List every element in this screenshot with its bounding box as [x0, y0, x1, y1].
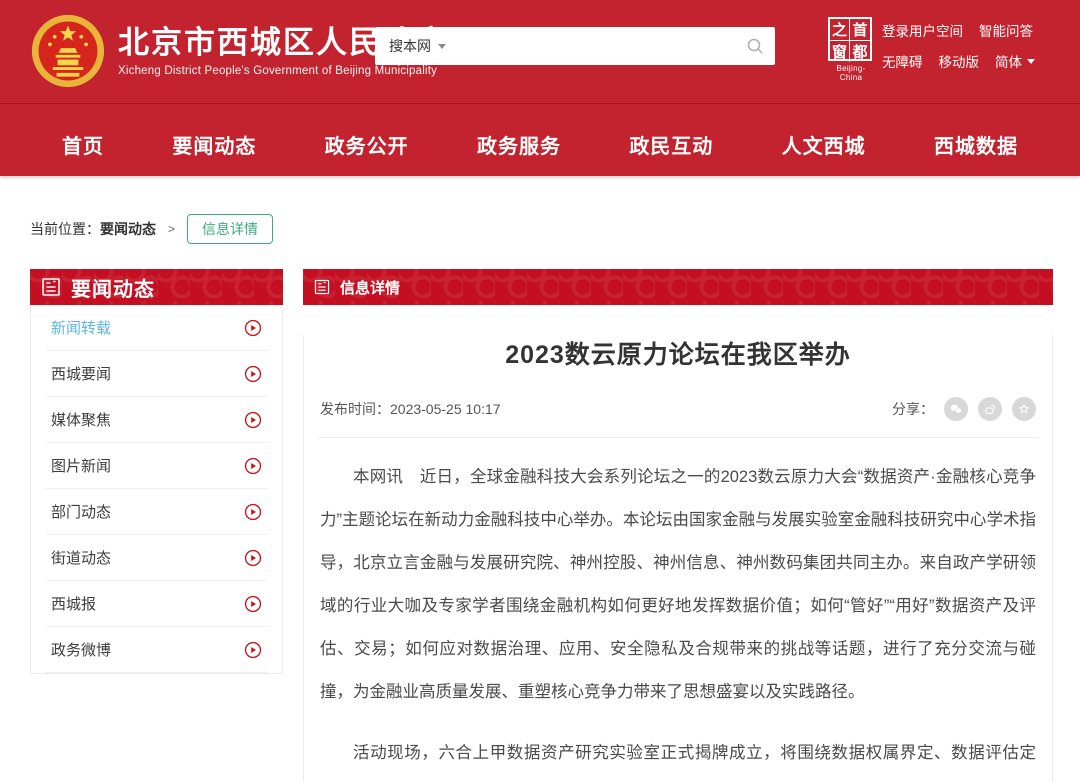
site-header: 北京市西城区人民政府 Xicheng District People's Gov… — [0, 0, 1080, 176]
newspaper-icon — [40, 276, 62, 298]
share-bar: 分享： — [892, 397, 1036, 421]
nav-item-data[interactable]: 西城数据 — [934, 130, 1018, 159]
chevron-down-icon — [438, 44, 446, 49]
article-body: 2023数云原力论坛在我区举办 发布时间：2023-05-25 10:17 分享… — [303, 335, 1053, 782]
play-circle-icon — [244, 457, 262, 475]
nav-item-news[interactable]: 要闻动态 — [172, 130, 256, 159]
nav-item-culture[interactable]: 人文西城 — [782, 130, 866, 159]
search-button[interactable] — [735, 27, 775, 65]
play-circle-icon — [244, 549, 262, 567]
publish-time-label: 发布时间： — [320, 401, 390, 417]
search-scope-label: 搜本网 — [389, 36, 431, 56]
search-input[interactable] — [458, 27, 735, 65]
breadcrumb: 当前位置： 要闻动态 > 信息详情 — [30, 214, 1050, 244]
seal-char: 之 — [830, 19, 850, 41]
capital-window-seal[interactable]: 之 首 窗 都 Beijing-China — [828, 17, 874, 82]
sidebar-item[interactable]: 街道动态 — [45, 535, 268, 581]
wechat-share-icon[interactable] — [944, 397, 968, 421]
seal-caption: Beijing-China — [828, 64, 874, 82]
article-title: 2023数云原力论坛在我区举办 — [304, 335, 1052, 371]
sidebar-item-label: 图片新闻 — [51, 455, 111, 476]
sidebar-item-label: 西城要闻 — [51, 363, 111, 384]
weibo-share-icon[interactable] — [978, 397, 1002, 421]
sidebar-item-label: 新闻转载 — [51, 317, 111, 338]
play-circle-icon — [244, 595, 262, 613]
article-panel: 信息详情 2023数云原力论坛在我区举办 发布时间：2023-05-25 10:… — [303, 269, 1053, 782]
sidebar-item[interactable]: 图片新闻 — [45, 443, 268, 489]
sidebar-item[interactable]: 政务微博 — [45, 627, 268, 673]
content-area: 要闻动态 新闻转载西城要闻媒体聚焦图片新闻部门动态街道动态西城报政务微博 信息详… — [30, 269, 1053, 782]
play-circle-icon — [244, 503, 262, 521]
mobile-version-link[interactable]: 移动版 — [939, 51, 980, 71]
breadcrumb-current-button[interactable]: 信息详情 — [187, 214, 273, 244]
sidebar-item[interactable]: 媒体聚焦 — [45, 397, 268, 443]
sidebar-item[interactable]: 西城报 — [45, 581, 268, 627]
nav-item-gov-affairs[interactable]: 政务公开 — [325, 130, 409, 159]
login-user-space-link[interactable]: 登录用户空间 — [882, 20, 963, 40]
news-sidebar: 要闻动态 新闻转载西城要闻媒体聚焦图片新闻部门动态街道动态西城报政务微博 — [30, 269, 283, 674]
play-circle-icon — [244, 411, 262, 429]
article-panel-header: 信息详情 — [303, 269, 1053, 305]
national-emblem-icon — [30, 13, 106, 89]
header-row: 北京市西城区人民政府 Xicheng District People's Gov… — [0, 0, 1080, 103]
newspaper-icon — [313, 278, 331, 296]
sidebar-item[interactable]: 部门动态 — [45, 489, 268, 535]
search-scope-dropdown[interactable]: 搜本网 — [375, 36, 458, 56]
nav-item-interaction[interactable]: 政民互动 — [629, 130, 713, 159]
seal-char: 都 — [850, 41, 870, 62]
sidebar-title: 要闻动态 — [71, 273, 155, 302]
sidebar-item[interactable]: 新闻转载 — [45, 305, 268, 351]
main-navigation: 首页 要闻动态 政务公开 政务服务 政民互动 人文西城 西城数据 — [0, 103, 1080, 175]
language-dropdown[interactable]: 简体 — [995, 51, 1035, 71]
seal-char: 窗 — [830, 41, 850, 62]
seal-characters: 之 首 窗 都 — [828, 17, 872, 61]
sidebar-header: 要闻动态 — [30, 269, 283, 305]
search-box: 搜本网 — [375, 27, 775, 65]
seal-char: 首 — [850, 19, 870, 41]
breadcrumb-separator: > — [168, 222, 175, 236]
breadcrumb-label: 当前位置： — [30, 219, 100, 239]
nav-item-home[interactable]: 首页 — [62, 130, 104, 159]
search-icon — [746, 37, 764, 55]
sidebar-item-label: 街道动态 — [51, 547, 111, 568]
sidebar-item-label: 政务微博 — [51, 639, 111, 660]
breadcrumb-section-link[interactable]: 要闻动态 — [100, 219, 156, 239]
article-meta: 发布时间：2023-05-25 10:17 分享： — [318, 397, 1038, 438]
publish-time-value: 2023-05-25 10:17 — [390, 401, 501, 417]
sidebar-item-label: 部门动态 — [51, 501, 111, 522]
utility-links: 登录用户空间 智能问答 无障碍 移动版 简体 — [882, 20, 1035, 82]
sidebar-list: 新闻转载西城要闻媒体聚焦图片新闻部门动态街道动态西城报政务微博 — [30, 305, 283, 674]
play-circle-icon — [244, 365, 262, 383]
publish-time: 发布时间：2023-05-25 10:17 — [320, 399, 501, 419]
share-label: 分享： — [892, 399, 934, 419]
smart-qa-link[interactable]: 智能问答 — [979, 20, 1033, 40]
sidebar-item-label: 西城报 — [51, 593, 96, 614]
nav-item-gov-services[interactable]: 政务服务 — [477, 130, 561, 159]
site-subtitle: Xicheng District People's Government of … — [118, 65, 448, 77]
article-paragraph: 本网讯 近日，全球金融科技大会系列论坛之一的2023数云原力大会“数据资产·金融… — [320, 456, 1036, 714]
language-label: 简体 — [995, 51, 1022, 71]
chevron-down-icon — [1027, 59, 1035, 64]
sidebar-item[interactable]: 西城要闻 — [45, 351, 268, 397]
sidebar-item-label: 媒体聚焦 — [51, 409, 111, 430]
article-paragraph: 活动现场，六合上甲数据资产研究实验室正式揭牌成立，将围绕数据权属界定、数据评估定… — [320, 732, 1036, 782]
accessibility-link[interactable]: 无障碍 — [882, 51, 923, 71]
favorite-star-icon[interactable] — [1012, 397, 1036, 421]
play-circle-icon — [244, 641, 262, 659]
play-circle-icon — [244, 319, 262, 337]
article-panel-title: 信息详情 — [340, 277, 400, 298]
